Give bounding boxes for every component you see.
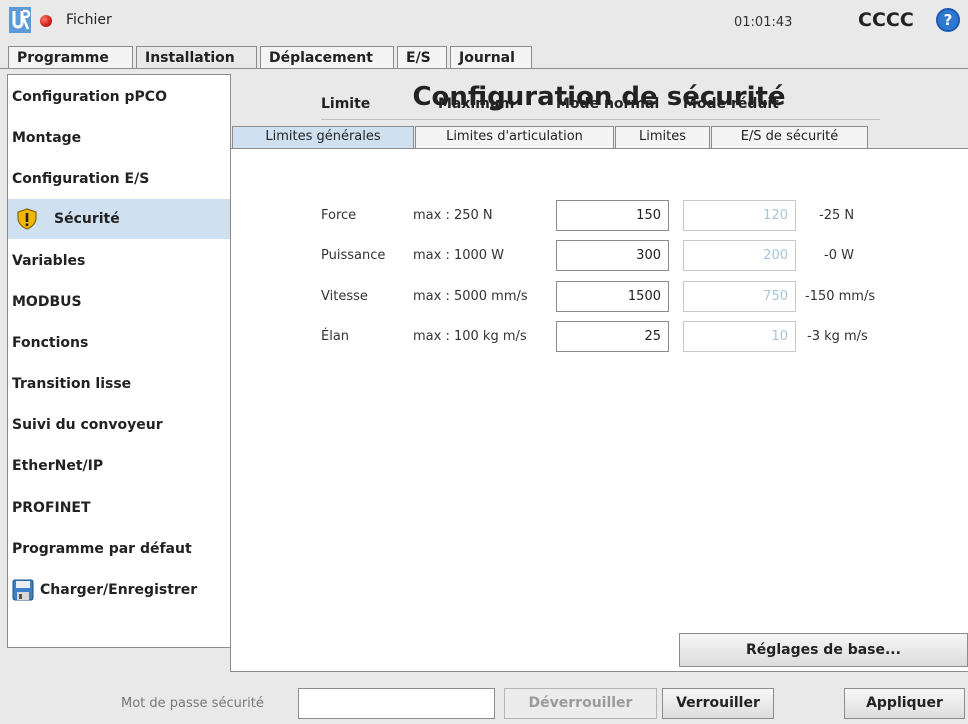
row-force-delta: -25 N xyxy=(819,208,855,223)
vitesse-normal-input[interactable]: 1500 xyxy=(556,281,669,312)
sidebar-item-label: Variables xyxy=(12,253,86,269)
sidebar-item-label: Configuration E/S xyxy=(12,171,150,187)
puissance-reduced-input[interactable]: 200 xyxy=(683,240,796,271)
sidebar-item-configuration-es[interactable]: Configuration E/S xyxy=(8,159,230,199)
sidebar-item-transition-lisse[interactable]: Transition lisse xyxy=(8,364,230,404)
sidebar-item-label: Programme par défaut xyxy=(12,541,192,557)
force-normal-input[interactable]: 150 xyxy=(556,200,669,231)
row-puissance-delta: -0 W xyxy=(824,248,854,263)
help-icon[interactable]: ? xyxy=(936,8,960,32)
robot-name: CCCC xyxy=(858,9,914,31)
tab-installation[interactable]: Installation xyxy=(136,46,257,69)
tab-journal[interactable]: Journal xyxy=(450,46,532,68)
sidebar-item-suivi-convoyeur[interactable]: Suivi du convoyeur xyxy=(8,405,230,445)
subtab-limites[interactable]: Limites xyxy=(615,126,710,148)
unlock-button[interactable]: Déverrouiller xyxy=(504,688,657,719)
password-label: Mot de passe sécurité xyxy=(121,696,264,711)
robot-status-icon[interactable] xyxy=(40,15,52,27)
subtab-limites-generales[interactable]: Limites générales xyxy=(232,126,414,148)
subtab-es-securite[interactable]: E/S de sécurité xyxy=(711,126,868,148)
top-bar: Fichier 01:01:43 CCCC ? xyxy=(0,0,968,44)
puissance-normal-input[interactable]: 300 xyxy=(556,240,669,271)
warning-shield-icon xyxy=(17,208,37,230)
apply-button[interactable]: Appliquer xyxy=(844,688,965,719)
elan-normal-input[interactable]: 25 xyxy=(556,321,669,352)
sidebar-item-programme-defaut[interactable]: Programme par défaut xyxy=(8,529,230,569)
lock-button[interactable]: Verrouiller xyxy=(662,688,774,719)
header-mode-reduit: Mode réduit xyxy=(683,96,779,112)
sidebar-item-label: Montage xyxy=(12,130,82,146)
header-maximum: Maximum xyxy=(438,96,515,112)
sidebar-item-label: PROFINET xyxy=(12,500,91,516)
tab-es[interactable]: E/S xyxy=(397,46,447,68)
force-reduced-input[interactable]: 120 xyxy=(683,200,796,231)
elan-reduced-input[interactable]: 10 xyxy=(683,321,796,352)
row-force-max: max : 250 N xyxy=(413,208,493,223)
sidebar-item-securite[interactable]: Sécurité xyxy=(8,199,230,239)
main-panel: Configuration de sécurité Limites généra… xyxy=(230,74,968,672)
sidebar-item-fonctions[interactable]: Fonctions xyxy=(8,323,230,363)
vitesse-reduced-input[interactable]: 750 xyxy=(683,281,796,312)
base-settings-button[interactable]: Réglages de base... xyxy=(679,633,968,667)
sidebar-item-variables[interactable]: Variables xyxy=(8,241,230,281)
tab-programme[interactable]: Programme xyxy=(8,46,133,68)
clock: 01:01:43 xyxy=(734,15,793,30)
ur-logo-icon xyxy=(9,7,31,33)
row-force-name: Force xyxy=(321,208,357,223)
sidebar-item-label: Charger/Enregistrer xyxy=(40,582,198,598)
header-limite: Limite xyxy=(321,96,371,112)
row-puissance-max: max : 1000 W xyxy=(413,248,505,263)
row-elan-delta: -3 kg m/s xyxy=(807,329,868,344)
main-tabs: Programme Installation Déplacement E/S J… xyxy=(0,46,968,69)
sidebar-item-label: MODBUS xyxy=(12,294,82,310)
sidebar-item-modbus[interactable]: MODBUS xyxy=(8,282,230,322)
sidebar-item-profinet[interactable]: PROFINET xyxy=(8,488,230,528)
subtab-limites-articulation[interactable]: Limites d'articulation xyxy=(415,126,614,148)
sidebar-item-label: Configuration pPCO xyxy=(12,89,167,105)
row-elan-name: Élan xyxy=(321,329,350,344)
tab-deplacement[interactable]: Déplacement xyxy=(260,46,394,68)
row-puissance-name: Puissance xyxy=(321,248,386,263)
row-elan-max: max : 100 kg m/s xyxy=(413,329,527,344)
sidebar-item-charger-enregistrer[interactable]: Charger/Enregistrer xyxy=(8,570,230,610)
password-input[interactable] xyxy=(298,688,495,719)
sub-tabs: Limites générales Limites d'articulation… xyxy=(230,126,968,148)
sidebar-item-label: EtherNet/IP xyxy=(12,458,104,474)
file-menu[interactable]: Fichier xyxy=(66,12,112,28)
sidebar-item-label: Transition lisse xyxy=(12,376,132,392)
tab-divider xyxy=(0,68,968,69)
sidebar-item-label: Fonctions xyxy=(12,335,89,351)
row-vitesse-max: max : 5000 mm/s xyxy=(413,289,528,304)
sidebar-item-label: Sécurité xyxy=(54,211,120,227)
row-vitesse-delta: -150 mm/s xyxy=(805,289,876,304)
sidebar-item-label: Suivi du convoyeur xyxy=(12,417,163,433)
row-vitesse-name: Vitesse xyxy=(321,289,368,304)
floppy-disk-icon xyxy=(12,579,34,601)
sidebar-item-ethernet-ip[interactable]: EtherNet/IP xyxy=(8,446,230,486)
header-divider xyxy=(321,119,880,120)
sidebar-item-montage[interactable]: Montage xyxy=(8,118,230,158)
sidebar-item-configuration-ppco[interactable]: Configuration pPCO xyxy=(8,77,230,117)
sidebar: Configuration pPCO Montage Configuration… xyxy=(7,74,231,648)
header-mode-normal: Mode normal xyxy=(556,96,660,112)
